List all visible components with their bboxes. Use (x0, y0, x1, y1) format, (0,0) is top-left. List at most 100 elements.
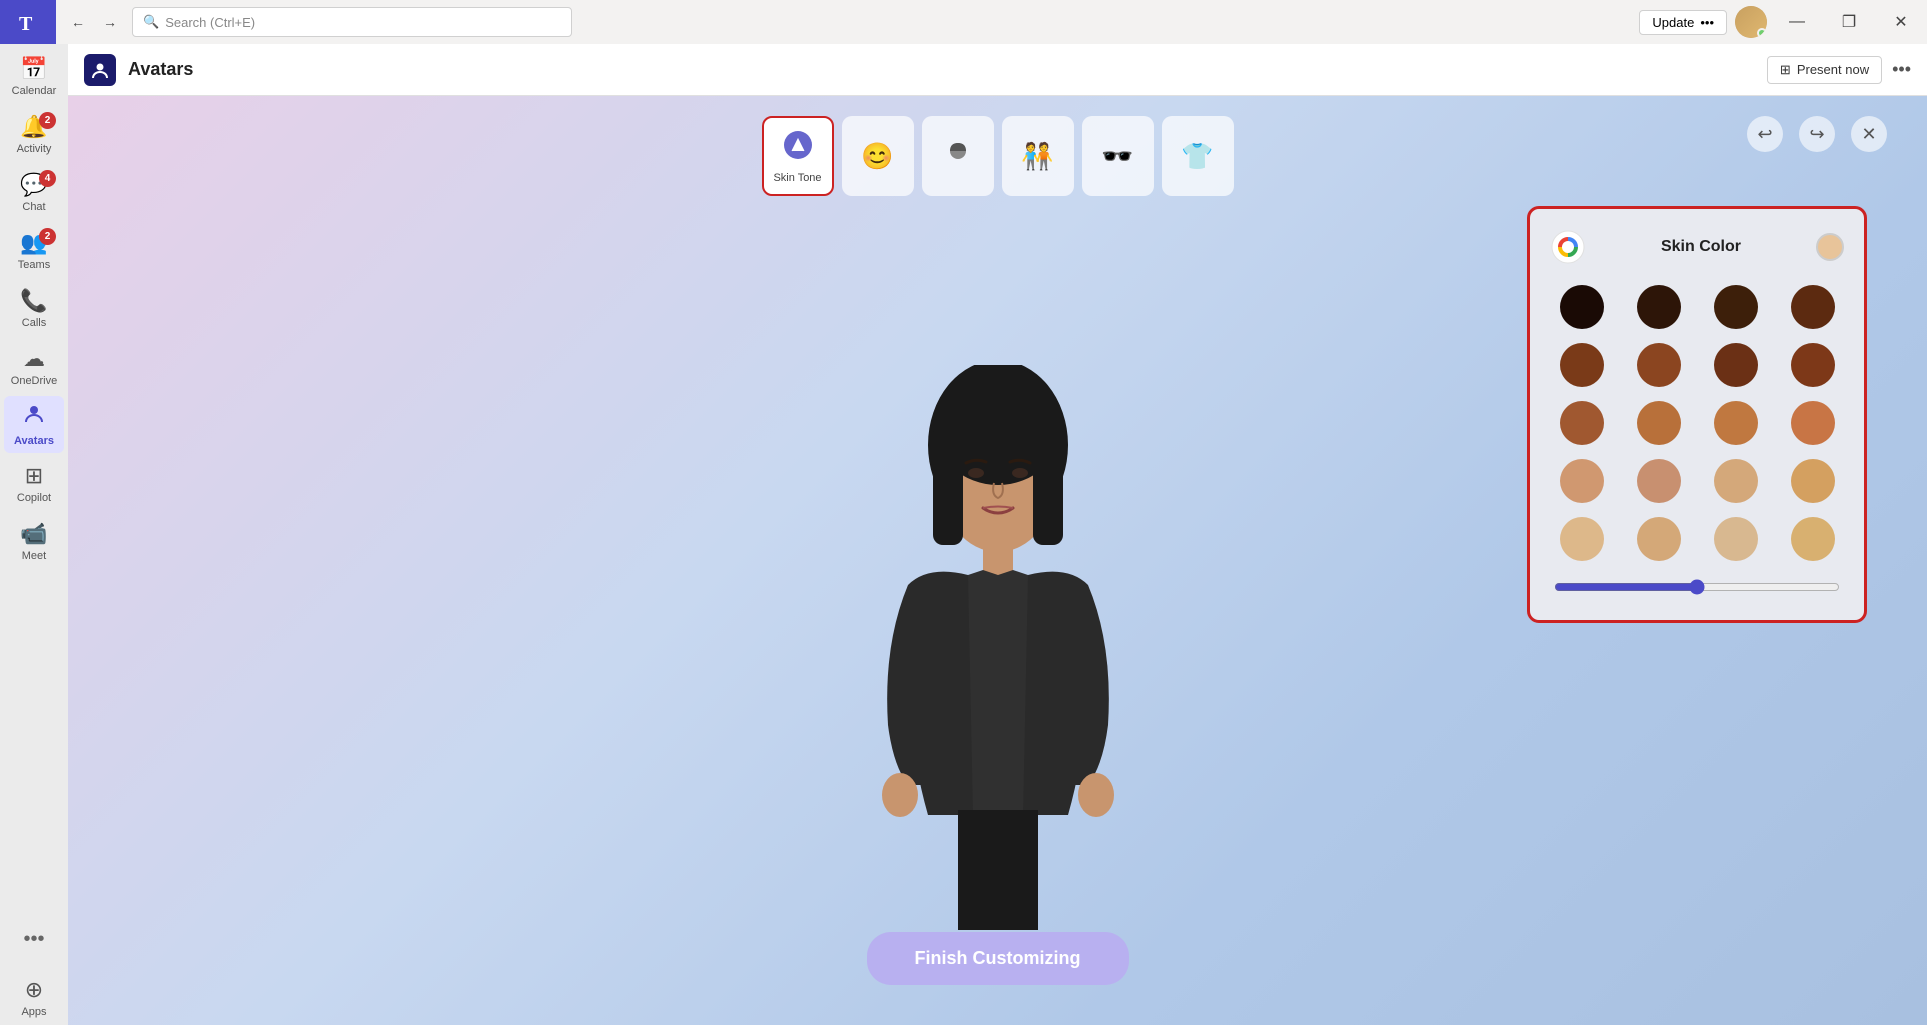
color-swatch-3-1[interactable] (1560, 401, 1604, 445)
status-indicator (1757, 28, 1767, 38)
search-bar[interactable]: 🔍 Search (Ctrl+E) (132, 7, 572, 37)
color-swatch-1-2[interactable] (1637, 285, 1681, 329)
nav-buttons: ← → (56, 8, 132, 36)
titlebar-right: Update ••• — ❐ ✕ (1639, 0, 1927, 44)
sidebar-label-chat: Chat (22, 201, 45, 213)
customization-toolbar: Skin Tone 😊 🧑‍🤝‍🧑 🕶️ (762, 116, 1234, 196)
maximize-button[interactable]: ❐ (1827, 0, 1871, 44)
color-swatch-3-4[interactable] (1791, 401, 1835, 445)
accessories-button[interactable]: 🕶️ (1082, 116, 1154, 196)
back-button[interactable]: ← (64, 8, 92, 36)
sidebar-item-activity[interactable]: 🔔 Activity 2 (4, 106, 64, 162)
present-now-button[interactable]: ⊞ Present now (1767, 56, 1882, 84)
hair-button[interactable] (922, 116, 994, 196)
color-swatch-5-4[interactable] (1791, 517, 1835, 561)
color-swatch-5-2[interactable] (1637, 517, 1681, 561)
sidebar-item-onedrive[interactable]: ☁ OneDrive (4, 338, 64, 394)
color-swatch-5-1[interactable] (1560, 517, 1604, 561)
update-button[interactable]: Update ••• (1639, 10, 1727, 35)
accessories-icon: 🕶️ (1101, 141, 1133, 172)
sidebar-item-meet[interactable]: 📹 Meet (4, 513, 64, 569)
color-swatch-3-3[interactable] (1714, 401, 1758, 445)
color-swatch-1-3[interactable] (1714, 285, 1758, 329)
sidebar-item-chat[interactable]: 💬 Chat 4 (4, 164, 64, 220)
sidebar-label-activity: Activity (17, 143, 52, 155)
teams-badge: 2 (39, 228, 56, 245)
forward-button[interactable]: → (96, 8, 124, 36)
sidebar-item-more[interactable]: ••• (4, 911, 64, 967)
app-icon (84, 54, 116, 86)
body-icon: 🧑‍🤝‍🧑 (1021, 141, 1053, 172)
chat-badge: 4 (39, 170, 56, 187)
clothing-icon: 👕 (1181, 141, 1213, 172)
selected-color-swatch[interactable] (1816, 233, 1844, 261)
search-icon: 🔍 (143, 14, 159, 30)
sidebar-item-calendar[interactable]: 📅 Calendar (4, 48, 64, 104)
svg-text:T: T (19, 13, 33, 35)
update-dots: ••• (1700, 15, 1714, 30)
search-placeholder: Search (Ctrl+E) (165, 15, 255, 30)
sidebar-label-onedrive: OneDrive (11, 375, 57, 387)
sidebar-item-apps[interactable]: ⊕ Apps (4, 969, 64, 1025)
sidebar: 📅 Calendar 🔔 Activity 2 💬 Chat 4 👥 Teams… (0, 44, 68, 1025)
hair-icon (942, 137, 974, 176)
present-label: Present now (1797, 62, 1869, 77)
copilot-icon: ⊞ (25, 463, 43, 489)
clothing-button[interactable]: 👕 (1162, 116, 1234, 196)
skin-panel-header: Skin Color (1550, 229, 1844, 265)
topbar-more-button[interactable]: ••• (1892, 59, 1911, 80)
sidebar-item-teams[interactable]: 👥 Teams 2 (4, 222, 64, 278)
user-avatar[interactable] (1735, 6, 1767, 38)
color-swatch-4-2[interactable] (1637, 459, 1681, 503)
calls-icon: 📞 (20, 288, 47, 314)
body-button[interactable]: 🧑‍🤝‍🧑 (1002, 116, 1074, 196)
sidebar-item-copilot[interactable]: ⊞ Copilot (4, 455, 64, 511)
sidebar-item-avatars[interactable]: Avatars (4, 396, 64, 453)
color-swatch-4-4[interactable] (1791, 459, 1835, 503)
page-title: Avatars (128, 59, 193, 80)
more-icon: ••• (15, 920, 52, 959)
minimize-button[interactable]: — (1775, 0, 1819, 44)
skin-tone-icon (782, 129, 814, 168)
color-swatch-4-1[interactable] (1560, 459, 1604, 503)
finish-customizing-button[interactable]: Finish Customizing (867, 932, 1129, 985)
titlebar: T ← → 🔍 Search (Ctrl+E) Update ••• — ❐ ✕ (0, 0, 1927, 44)
avatar-figure (828, 365, 1168, 945)
color-swatch-5-3[interactable] (1714, 517, 1758, 561)
color-swatch-1-1[interactable] (1560, 285, 1604, 329)
close-customization-button[interactable]: ✕ (1851, 116, 1887, 152)
sidebar-label-calls: Calls (22, 317, 46, 329)
color-swatch-2-3[interactable] (1714, 343, 1758, 387)
redo-button[interactable]: ↪ (1799, 116, 1835, 152)
onedrive-icon: ☁ (23, 346, 45, 372)
toolbar-controls: ↩ ↪ ✕ (1747, 116, 1887, 152)
calendar-icon: 📅 (20, 56, 47, 82)
main-area: Avatars ⊞ Present now ••• Skin T (68, 44, 1927, 1025)
sidebar-label-avatars: Avatars (14, 435, 54, 447)
avatars-icon (22, 402, 46, 432)
topbar: Avatars ⊞ Present now ••• (68, 44, 1927, 96)
color-swatch-1-4[interactable] (1791, 285, 1835, 329)
color-grid (1550, 285, 1844, 561)
topbar-right: ⊞ Present now ••• (1767, 56, 1911, 84)
skin-panel-logo (1550, 229, 1586, 265)
sidebar-label-apps: Apps (21, 1006, 46, 1018)
color-swatch-3-2[interactable] (1637, 401, 1681, 445)
color-swatch-2-1[interactable] (1560, 343, 1604, 387)
skin-tone-button[interactable]: Skin Tone (762, 116, 834, 196)
skin-color-label: Skin Color (1661, 238, 1741, 256)
undo-button[interactable]: ↩ (1747, 116, 1783, 152)
update-label: Update (1652, 15, 1694, 30)
close-button[interactable]: ✕ (1879, 0, 1923, 44)
color-swatch-2-4[interactable] (1791, 343, 1835, 387)
skin-slider-row[interactable] (1550, 579, 1844, 600)
color-swatch-4-3[interactable] (1714, 459, 1758, 503)
sidebar-label-copilot: Copilot (17, 492, 51, 504)
sidebar-item-calls[interactable]: 📞 Calls (4, 280, 64, 336)
face-button[interactable]: 😊 (842, 116, 914, 196)
skin-tone-label: Skin Tone (773, 172, 821, 184)
sidebar-label-teams: Teams (18, 259, 50, 271)
teams-logo: T (0, 0, 56, 44)
skin-tone-slider[interactable] (1554, 579, 1840, 595)
color-swatch-2-2[interactable] (1637, 343, 1681, 387)
